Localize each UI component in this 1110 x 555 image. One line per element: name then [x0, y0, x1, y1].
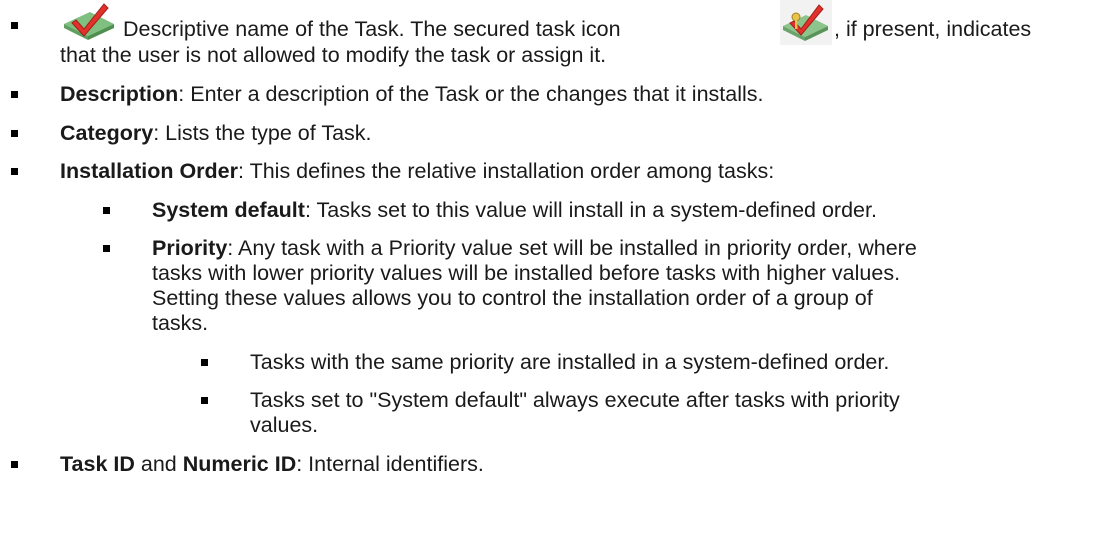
- installation-order-text: : This defines the relative installation…: [238, 159, 775, 183]
- system-default-after-text-2: values.: [250, 413, 319, 437]
- bullet: [11, 461, 18, 468]
- system-default-after-text-1: Tasks set to "System default" always exe…: [250, 388, 900, 412]
- description-label: Description: [60, 82, 179, 106]
- bullet: [103, 245, 110, 252]
- installation-order-item: Installation Order: This defines the rel…: [60, 159, 774, 184]
- priority-line2: tasks with lower priority values will be…: [152, 261, 900, 286]
- priority-text-1: : Any task with a Priority value set wil…: [227, 236, 917, 260]
- priority-text-3: Setting these values allows you to contr…: [152, 286, 873, 310]
- category-text: : Lists the type of Task.: [153, 121, 372, 145]
- task-id-label: Task ID: [60, 452, 135, 476]
- bullet: [11, 130, 18, 137]
- installation-order-label: Installation Order: [60, 159, 239, 183]
- task-text-a: Descriptive name of the Task. The secure…: [123, 17, 621, 41]
- system-default-label: System default: [152, 198, 305, 222]
- priority-text-4: tasks.: [152, 311, 209, 335]
- same-priority-text: Tasks with the same priority are install…: [250, 350, 890, 374]
- secured-task-icon: [780, 0, 832, 45]
- priority-line3: Setting these values allows you to contr…: [152, 286, 873, 311]
- numeric-id-label: Numeric ID: [182, 452, 297, 476]
- task-text-line1: Descriptive name of the Task. The secure…: [123, 17, 621, 42]
- category-item: Category: Lists the type of Task.: [60, 121, 372, 146]
- bullet: [11, 22, 18, 29]
- same-priority-item: Tasks with the same priority are install…: [250, 350, 889, 375]
- priority-line4: tasks.: [152, 311, 208, 336]
- system-default-after-line1: Tasks set to "System default" always exe…: [250, 388, 900, 413]
- task-text-c: that the user is not allowed to modify t…: [60, 43, 607, 67]
- system-default-text: : Tasks set to this value will install i…: [304, 198, 877, 222]
- category-label: Category: [60, 121, 154, 145]
- system-default-item: System default: Tasks set to this value …: [152, 198, 877, 223]
- priority-text-2: tasks with lower priority values will be…: [152, 261, 901, 285]
- priority-line1: Priority: Any task with a Priority value…: [152, 236, 917, 261]
- task-text-line1b: , if present, indicates: [834, 17, 1031, 42]
- ids-text: : Internal identifiers.: [296, 452, 484, 476]
- task-check-icon: [64, 3, 114, 40]
- ids-item: Task ID and Numeric ID: Internal identif…: [60, 452, 484, 477]
- system-default-after-line2: values.: [250, 413, 318, 438]
- task-text-b: , if present, indicates: [834, 17, 1032, 41]
- priority-label: Priority: [152, 236, 228, 260]
- bullet: [103, 207, 110, 214]
- bullet: [201, 359, 208, 366]
- bullet: [201, 397, 208, 404]
- ids-mid-text: and: [134, 452, 183, 476]
- bullet: [11, 168, 18, 175]
- description-text: : Enter a description of the Task or the…: [178, 82, 764, 106]
- task-text-line2: that the user is not allowed to modify t…: [60, 43, 606, 68]
- bullet: [11, 91, 18, 98]
- description-item: Description: Enter a description of the …: [60, 82, 763, 107]
